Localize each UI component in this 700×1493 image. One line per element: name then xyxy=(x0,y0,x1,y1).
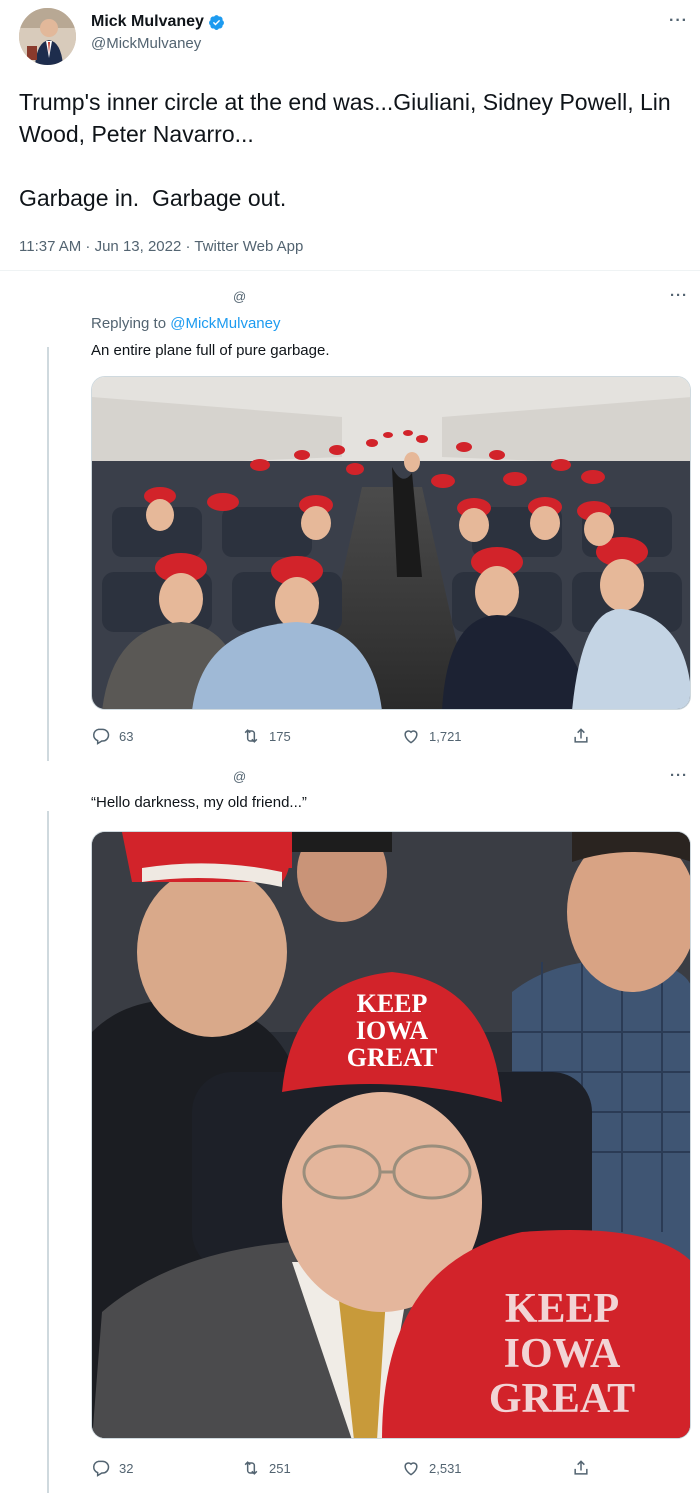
heart-icon xyxy=(404,1462,418,1476)
reply-action[interactable]: 63 xyxy=(91,725,133,747)
reply-icon xyxy=(93,1460,110,1477)
hat-text-line1: KEEP xyxy=(357,989,428,1018)
more-options-icon[interactable]: ··· xyxy=(670,767,688,784)
replying-prefix: Replying to xyxy=(91,315,171,332)
like-action[interactable]: 2,531 xyxy=(401,1457,462,1479)
retweet-count: 251 xyxy=(269,1460,291,1476)
reply-count: 63 xyxy=(119,728,134,744)
retweet-action[interactable]: 251 xyxy=(241,1457,291,1479)
retweet-icon xyxy=(244,729,258,743)
closeup-image: KEEP IOWA GREAT KEEP IOWA GREAT xyxy=(92,832,690,1438)
thread-line xyxy=(47,347,49,761)
share-icon xyxy=(574,728,588,743)
like-count: 2,531 xyxy=(429,1460,462,1476)
verified-badge-icon xyxy=(208,14,224,30)
foreground-hat-text-line3: GREAT xyxy=(489,1376,635,1422)
reply-icon xyxy=(93,728,110,745)
reply-count: 32 xyxy=(119,1460,134,1476)
thread-line xyxy=(47,811,49,1493)
retweet-count: 175 xyxy=(269,728,291,744)
heart-icon xyxy=(404,730,418,744)
main-tweet: Mick Mulvaney @MickMulvaney ··· Trump's … xyxy=(0,0,700,270)
tweet-actions: 32 251 2,531 xyxy=(91,1457,691,1481)
foreground-hat-text-line1: KEEP xyxy=(505,1286,619,1332)
avatar-photo xyxy=(19,8,76,65)
reply-text: “Hello darkness, my old friend...” xyxy=(91,794,307,811)
airplane-cabin-image xyxy=(92,377,690,709)
replying-to: Replying to @MickMulvaney xyxy=(91,315,280,332)
display-name-text: Mick Mulvaney xyxy=(91,13,204,30)
share-action[interactable] xyxy=(571,1457,591,1479)
more-options-icon[interactable]: ··· xyxy=(670,287,688,304)
replying-mention-link[interactable]: @MickMulvaney xyxy=(170,315,280,332)
handle[interactable]: @MickMulvaney xyxy=(91,35,225,52)
avatar[interactable] xyxy=(19,8,76,65)
closeup-photo[interactable]: KEEP IOWA GREAT KEEP IOWA GREAT xyxy=(91,831,691,1439)
share-action[interactable] xyxy=(571,725,591,747)
like-action[interactable]: 1,721 xyxy=(401,725,462,747)
like-count: 1,721 xyxy=(429,728,462,744)
airplane-photo[interactable] xyxy=(91,376,691,710)
reply-tweet-1: @ ··· Replying to @MickMulvaney An entir… xyxy=(0,271,700,761)
display-name[interactable]: Mick Mulvaney xyxy=(91,13,225,31)
reply-action[interactable]: 32 xyxy=(91,1457,133,1479)
hat-text-line3: GREAT xyxy=(347,1043,438,1072)
share-icon xyxy=(574,1460,588,1475)
retweet-icon xyxy=(244,1461,258,1475)
tweet-timestamp[interactable]: 11:37 AM · Jun 13, 2022 · Twitter Web Ap… xyxy=(19,238,303,255)
foreground-hat-text-line2: IOWA xyxy=(504,1331,621,1377)
more-options-icon[interactable]: ··· xyxy=(669,12,688,30)
reply-author-handle[interactable]: @ xyxy=(233,289,246,304)
tweet-text: Trump's inner circle at the end was...Gi… xyxy=(19,89,671,211)
reply-author-handle[interactable]: @ xyxy=(233,769,246,784)
retweet-action[interactable]: 175 xyxy=(241,725,291,747)
hat-text-line2: IOWA xyxy=(356,1016,428,1045)
author-block[interactable]: Mick Mulvaney @MickMulvaney xyxy=(91,13,225,52)
reply-tweet-2: @ ··· “Hello darkness, my old friend...” xyxy=(0,761,700,1493)
tweet-actions: 63 175 1,721 xyxy=(91,725,691,749)
reply-text: An entire plane full of pure garbage. xyxy=(91,342,330,359)
